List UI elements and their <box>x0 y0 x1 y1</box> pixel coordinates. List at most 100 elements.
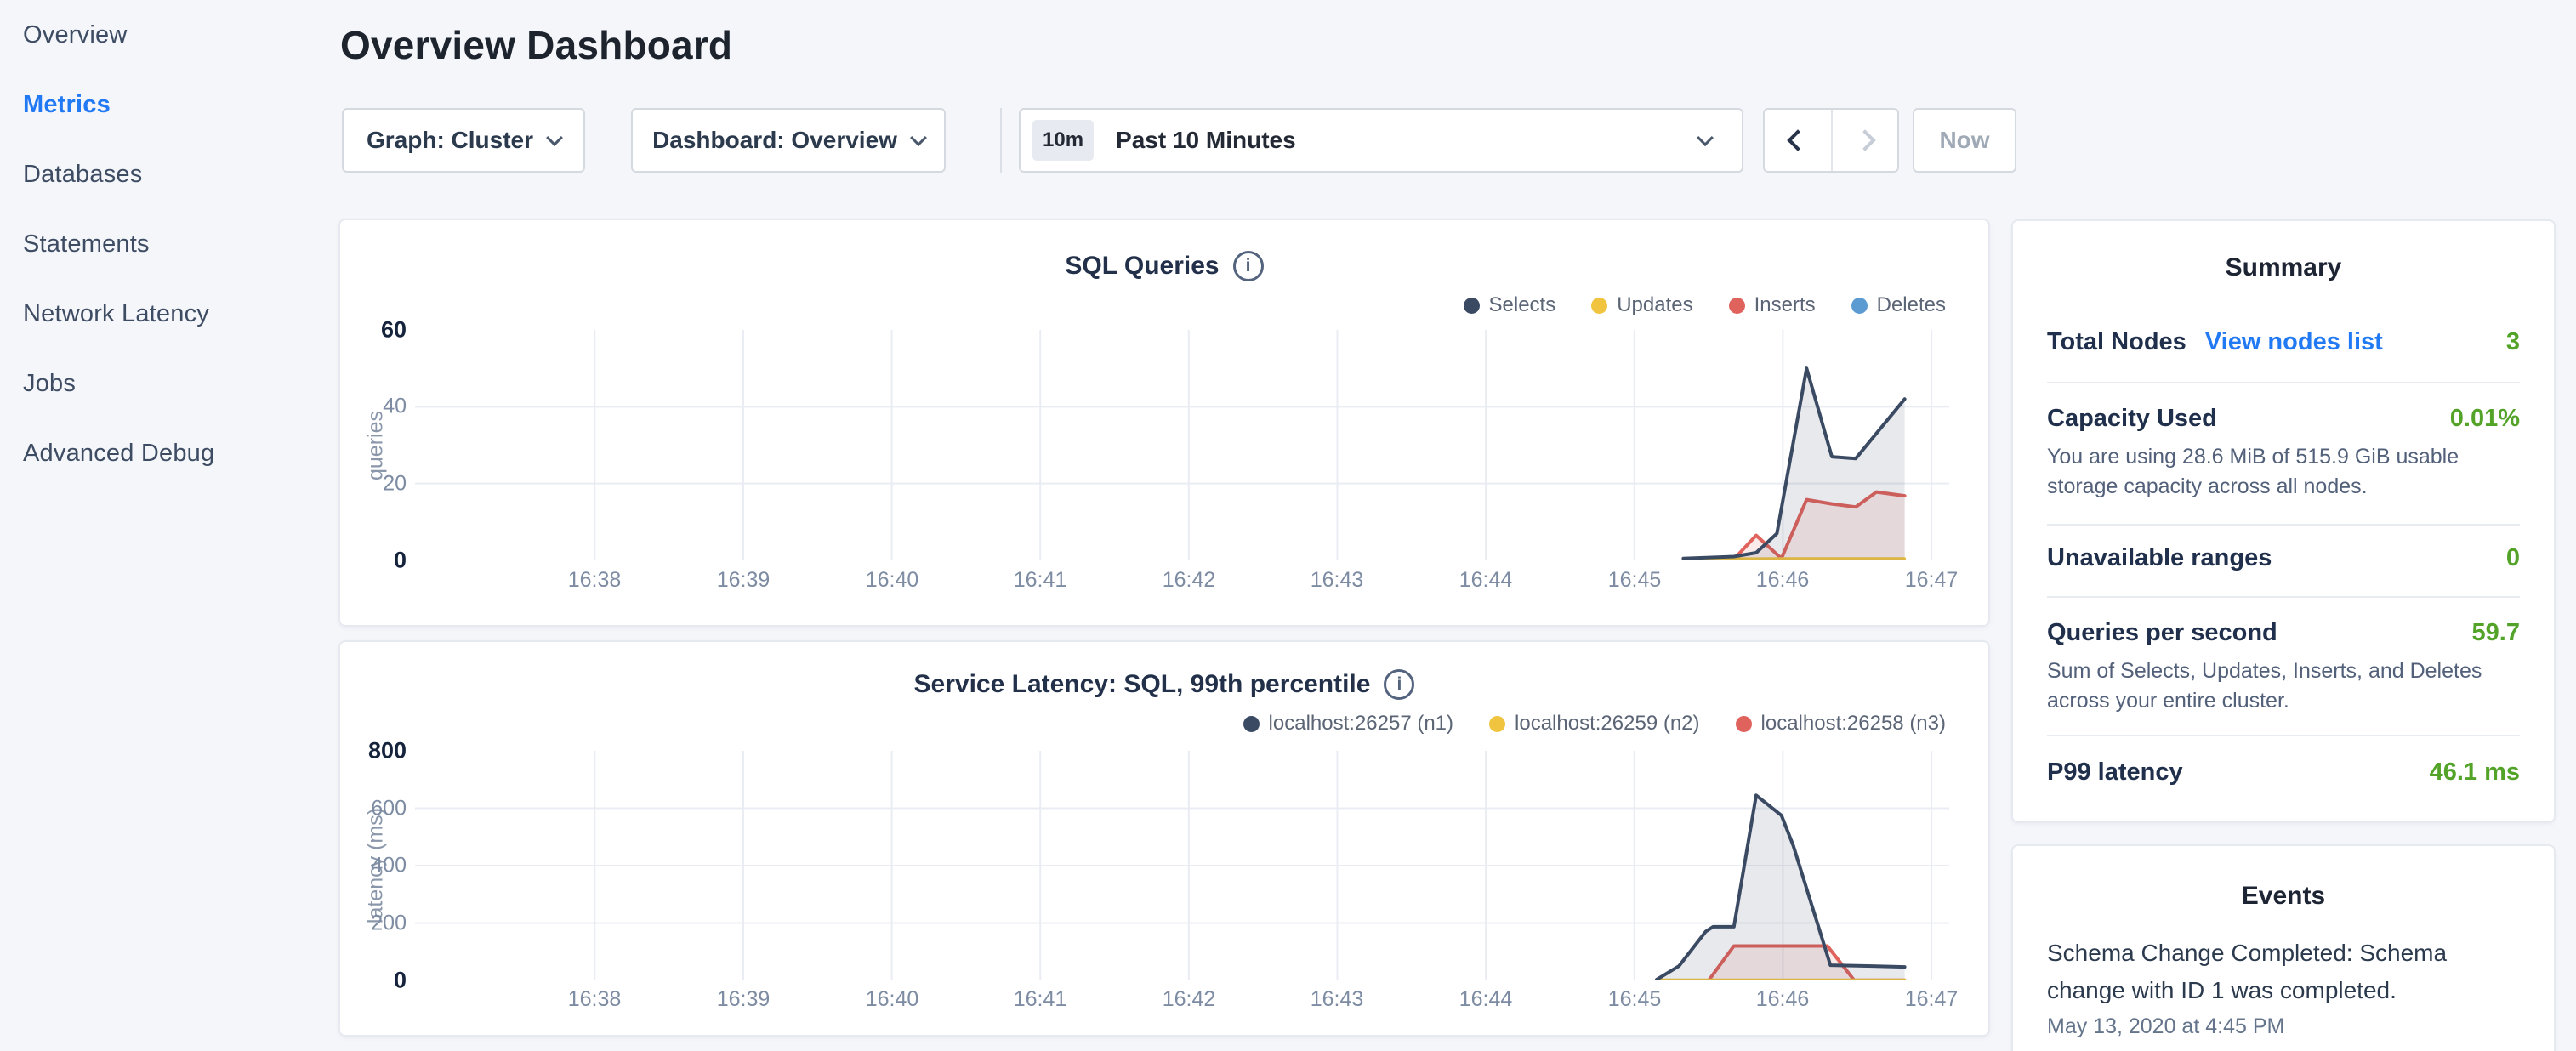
sidebar-item-overview[interactable]: Overview <box>23 0 338 70</box>
view-nodes-list-link[interactable]: View nodes list <box>2205 328 2383 356</box>
time-range-dropdown[interactable]: 10m Past 10 Minutes <box>1019 108 1743 173</box>
legend-item-selects[interactable]: Selects <box>1464 293 1556 317</box>
y-tick-label: 60 <box>381 317 407 344</box>
x-tick-label: 16:40 <box>866 987 919 1012</box>
graph-dropdown-label: Graph: Cluster <box>367 127 533 154</box>
event-item-text: Schema Change Completed: Schema change w… <box>2047 935 2455 1009</box>
toolbar-divider <box>1000 108 1002 173</box>
divider <box>2047 382 2520 383</box>
x-tick-label: 16:44 <box>1459 987 1513 1012</box>
service-latency-card: Service Latency: SQL, 99th percentile i … <box>338 640 1990 1037</box>
legend-dot-icon <box>1591 298 1607 314</box>
legend-label: localhost:26258 (n3) <box>1761 712 1946 736</box>
summary-row-value: 46.1 ms <box>2430 758 2520 787</box>
sidebar-item-statements[interactable]: Statements <box>23 209 338 279</box>
graph-dropdown[interactable]: Graph: Cluster <box>342 108 585 173</box>
x-tick-label: 16:46 <box>1756 987 1810 1012</box>
chart-title: Service Latency: SQL, 99th percentile <box>914 670 1371 699</box>
summary-row-value: 0.01% <box>2450 405 2520 433</box>
legend-dot-icon <box>1729 298 1745 314</box>
summary-row-label: Queries per second <box>2047 619 2277 647</box>
x-tick-label: 16:40 <box>866 568 919 593</box>
time-step-forward-button[interactable] <box>1831 110 1897 171</box>
x-tick-label: 16:39 <box>717 987 771 1012</box>
x-tick-label: 16:42 <box>1163 568 1216 593</box>
summary-row-qps: Queries per second 59.7 <box>2047 619 2520 647</box>
events-panel: Events Schema Change Completed: Schema c… <box>2011 844 2556 1051</box>
summary-panel: Summary Total Nodes View nodes list 3 Ca… <box>2011 219 2556 823</box>
now-button[interactable]: Now <box>1913 108 2016 173</box>
x-tick-label: 16:38 <box>568 568 622 593</box>
dashboard-dropdown-label: Dashboard: Overview <box>652 127 897 154</box>
summary-row-capacity: Capacity Used 0.01% <box>2047 405 2520 433</box>
y-tick-label: 0 <box>394 548 407 574</box>
chevron-left-icon <box>1787 129 1808 151</box>
dashboard-dropdown[interactable]: Dashboard: Overview <box>631 108 946 173</box>
x-tick-label: 16:41 <box>1014 987 1067 1012</box>
legend-item-localhost-26259-n2-[interactable]: localhost:26259 (n2) <box>1489 712 1699 736</box>
summary-title: Summary <box>2013 253 2554 282</box>
x-tick-label: 16:45 <box>1608 987 1662 1012</box>
legend-label: Inserts <box>1754 293 1816 317</box>
x-tick-label: 16:41 <box>1014 568 1067 593</box>
y-tick-label: 40 <box>383 395 407 419</box>
legend-item-deletes[interactable]: Deletes <box>1851 293 1946 317</box>
x-tick-label: 16:47 <box>1905 987 1959 1012</box>
legend-item-updates[interactable]: Updates <box>1591 293 1692 317</box>
sql-queries-chart[interactable] <box>415 330 1949 560</box>
y-tick-label: 800 <box>368 738 407 764</box>
sidebar-item-jobs[interactable]: Jobs <box>23 349 338 418</box>
y-tick-label: 600 <box>371 797 407 821</box>
summary-row-value: 3 <box>2506 328 2520 356</box>
legend-item-localhost-26258-n3-[interactable]: localhost:26258 (n3) <box>1736 712 1946 736</box>
legend-dot-icon <box>1464 298 1480 314</box>
legend-item-localhost-26257-n1-[interactable]: localhost:26257 (n1) <box>1243 712 1453 736</box>
x-tick-label: 16:42 <box>1163 987 1216 1012</box>
y-tick-label: 200 <box>371 912 407 936</box>
chevron-down-icon <box>1697 129 1714 146</box>
x-axis-ticks: 16:3816:3916:4016:4116:4216:4316:4416:45… <box>415 568 1949 595</box>
service-latency-chart[interactable] <box>415 751 1949 980</box>
info-icon[interactable]: i <box>1384 669 1414 700</box>
legend-label: Selects <box>1489 293 1556 317</box>
summary-row-label: Unavailable ranges <box>2047 544 2272 572</box>
legend-dot-icon <box>1736 716 1752 732</box>
legend-label: localhost:26259 (n2) <box>1515 712 1699 736</box>
summary-row-description: Sum of Selects, Updates, Inserts, and De… <box>2047 656 2511 716</box>
time-step-back-button[interactable] <box>1765 110 1831 171</box>
time-range-label: Past 10 Minutes <box>1116 127 1699 154</box>
divider <box>2047 735 2520 736</box>
time-step-buttons <box>1763 108 1899 173</box>
chart-legend: localhost:26257 (n1) localhost:26259 (n2)… <box>1243 712 1946 736</box>
y-tick-label: 0 <box>394 968 407 994</box>
summary-row-total-nodes: Total Nodes View nodes list 3 <box>2047 328 2520 356</box>
legend-label: Updates <box>1617 293 1692 317</box>
y-axis-ticks: 60 40 20 0 <box>340 220 407 628</box>
event-item-timestamp: May 13, 2020 at 4:45 PM <box>2047 1014 2284 1039</box>
x-tick-label: 16:45 <box>1608 568 1662 593</box>
chart-title: SQL Queries <box>1065 252 1219 281</box>
chevron-down-icon <box>546 129 563 146</box>
divider <box>2047 596 2520 598</box>
chevron-down-icon <box>910 129 927 146</box>
summary-row-description: You are using 28.6 MiB of 515.9 GiB usab… <box>2047 442 2511 502</box>
x-tick-label: 16:44 <box>1459 568 1513 593</box>
summary-row-label: Total Nodes <box>2047 328 2186 356</box>
legend-item-inserts[interactable]: Inserts <box>1729 293 1816 317</box>
y-tick-label: 400 <box>371 854 407 878</box>
sidebar-item-advanced-debug[interactable]: Advanced Debug <box>23 418 338 488</box>
x-tick-label: 16:43 <box>1311 987 1364 1012</box>
page-title: Overview Dashboard <box>340 22 732 68</box>
x-tick-label: 16:46 <box>1756 568 1810 593</box>
y-tick-label: 20 <box>383 472 407 497</box>
sidebar-item-network-latency[interactable]: Network Latency <box>23 279 338 349</box>
summary-row-value: 0 <box>2506 544 2520 572</box>
sql-queries-card: SQL Queries i Selects Updates Inserts Delet… <box>338 219 1990 627</box>
divider <box>2047 524 2520 526</box>
summary-row-label: Capacity Used <box>2047 405 2217 433</box>
x-tick-label: 16:39 <box>717 568 771 593</box>
info-icon[interactable]: i <box>1233 251 1264 281</box>
chart-legend: Selects Updates Inserts Deletes <box>1464 293 1947 317</box>
y-axis-ticks: 800 600 400 200 0 <box>340 642 407 1038</box>
chevron-right-icon <box>1854 129 1875 151</box>
